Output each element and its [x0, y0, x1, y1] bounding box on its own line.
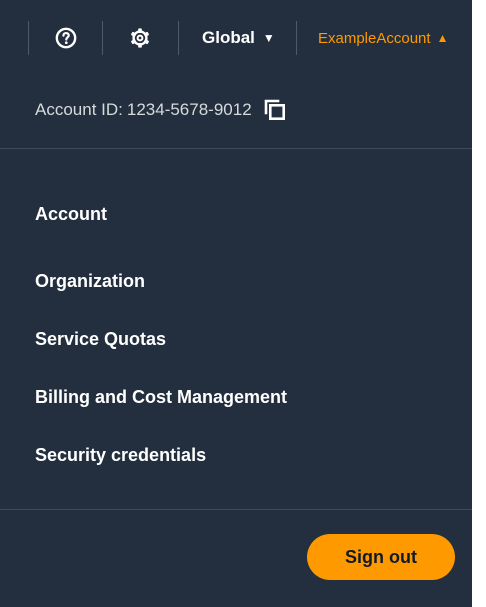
account-menu-button[interactable]: ExampleAccount ▲ [318, 22, 448, 54]
divider [178, 21, 179, 55]
copy-account-id-button[interactable] [264, 99, 286, 121]
account-id-value: 1234-5678-9012 [126, 100, 252, 119]
region-label: Global [202, 28, 255, 47]
caret-up-icon: ▲ [436, 31, 449, 45]
help-button[interactable] [50, 22, 82, 54]
menu-item-organization[interactable]: Organization [35, 252, 287, 310]
menu-item-service-quotas[interactable]: Service Quotas [35, 310, 287, 368]
top-navigation-bar: Global ▼ ExampleAccount ▲ [0, 0, 472, 75]
divider [102, 21, 103, 55]
copy-icon [264, 99, 285, 120]
account-name-label: ExampleAccount [318, 29, 431, 47]
sign-out-button[interactable]: Sign out [307, 534, 455, 580]
menu-item-billing[interactable]: Billing and Cost Management [35, 368, 287, 426]
account-id-row: Account ID: 1234-5678-9012 [35, 95, 286, 125]
region-selector[interactable]: Global ▼ [202, 22, 275, 54]
account-id-label: Account ID: [35, 100, 123, 119]
account-menu-list: Account Organization Service Quotas Bill… [35, 194, 287, 484]
account-dropdown-panel: Global ▼ ExampleAccount ▲ Account ID: 12… [0, 0, 472, 607]
section-divider [0, 148, 472, 149]
help-circle-icon [55, 27, 77, 49]
divider [296, 21, 297, 55]
divider [28, 21, 29, 55]
settings-button[interactable] [124, 22, 156, 54]
menu-item-security-credentials[interactable]: Security credentials [35, 426, 287, 484]
caret-down-icon: ▼ [262, 31, 275, 45]
section-divider [0, 509, 472, 510]
gear-icon [131, 28, 149, 48]
menu-item-account[interactable]: Account [35, 194, 287, 234]
